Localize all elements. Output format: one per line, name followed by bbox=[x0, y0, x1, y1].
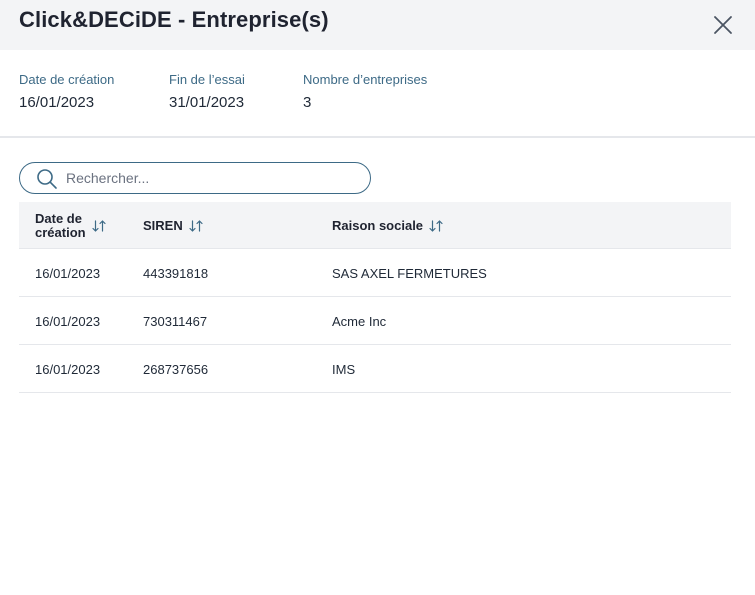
search-input[interactable] bbox=[66, 167, 356, 189]
cell-raison-sociale: IMS bbox=[332, 361, 356, 377]
sort-icon[interactable] bbox=[91, 219, 106, 232]
section-divider bbox=[0, 136, 755, 138]
search-box[interactable] bbox=[19, 162, 371, 194]
cell-creation-date: 16/01/2023 bbox=[35, 313, 101, 329]
cell-creation-date: 16/01/2023 bbox=[35, 265, 101, 281]
cell-siren: 443391818 bbox=[143, 265, 209, 281]
cell-raison-sociale: Acme Inc bbox=[332, 313, 387, 329]
cell-siren: 730311467 bbox=[143, 313, 208, 329]
companies-table: Date de création SIREN Raison sociale 16… bbox=[19, 202, 731, 393]
column-header-siren[interactable]: SIREN bbox=[143, 202, 203, 249]
creation-date-value: 16/01/2023 bbox=[19, 94, 95, 111]
column-header-raison-sociale[interactable]: Raison sociale bbox=[332, 202, 443, 249]
creation-date-label: Date de création bbox=[19, 72, 115, 87]
sort-icon[interactable] bbox=[429, 219, 443, 232]
cell-siren: 268737656 bbox=[143, 361, 209, 377]
trial-end-value: 31/01/2023 bbox=[169, 94, 245, 111]
modal-header: Click&DECiDE - Entreprise(s) bbox=[0, 0, 755, 50]
column-header-siren-label: SIREN bbox=[143, 217, 183, 233]
company-count-label: Nombre d’entreprises bbox=[303, 72, 428, 87]
table-row[interactable]: 16/01/2023 730311467 Acme Inc bbox=[19, 297, 731, 345]
search-icon bbox=[37, 169, 57, 189]
trial-end-info: Fin de l’essai 31/01/2023 bbox=[169, 72, 245, 111]
column-header-creation-date-line2: création bbox=[35, 224, 86, 240]
cell-creation-date: 16/01/2023 bbox=[35, 361, 101, 377]
close-button[interactable] bbox=[711, 13, 735, 37]
info-summary: Date de création 16/01/2023 Fin de l’ess… bbox=[0, 72, 755, 136]
table-header: Date de création SIREN Raison sociale bbox=[19, 202, 731, 249]
table-row[interactable]: 16/01/2023 268737656 IMS bbox=[19, 345, 731, 393]
column-header-creation-date[interactable]: Date de création bbox=[35, 202, 106, 249]
company-count-value: 3 bbox=[303, 94, 312, 111]
company-count-info: Nombre d’entreprises 3 bbox=[303, 72, 427, 111]
creation-date-info: Date de création 16/01/2023 bbox=[19, 72, 114, 111]
column-header-raison-sociale-label: Raison sociale bbox=[332, 217, 424, 233]
sort-icon[interactable] bbox=[189, 219, 203, 232]
close-icon bbox=[714, 16, 732, 34]
table-row[interactable]: 16/01/2023 443391818 SAS AXEL FERMETURES bbox=[19, 249, 731, 297]
trial-end-label: Fin de l’essai bbox=[169, 72, 245, 87]
column-header-creation-date-line1: Date de bbox=[35, 210, 82, 226]
cell-raison-sociale: SAS AXEL FERMETURES bbox=[332, 265, 487, 281]
modal-title: Click&DECiDE - Entreprise(s) bbox=[19, 7, 329, 32]
